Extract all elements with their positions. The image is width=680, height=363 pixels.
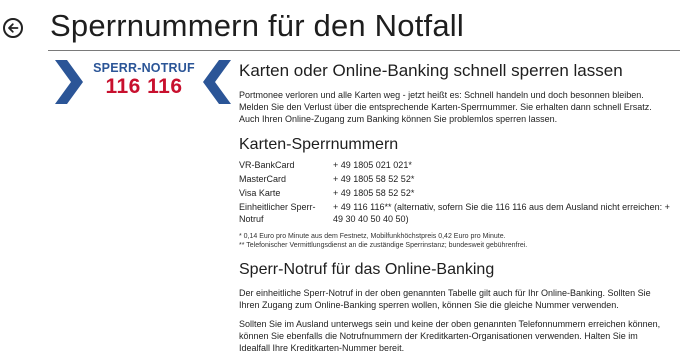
card-row: VR-BankCard + 49 1805 021 021* [239,159,671,171]
online-paragraph-1: Der einheitliche Sperr-Notruf in der obe… [239,287,651,310]
card-number: + 49 1805 021 021* [333,159,412,170]
back-button[interactable] [3,18,23,38]
footnotes: * 0,14 Euro pro Minute aus dem Festnetz,… [239,232,671,251]
logo-top-text: SPERR-NOTRUF [93,61,195,75]
intro-paragraph: Portmonee verloren und alle Karten weg -… [239,90,652,125]
cards-heading: Karten-Sperrnummern [239,135,399,153]
online-paragraph-2: Sollten Sie im Ausland unterwegs sein un… [239,319,661,354]
card-row: Visa Karte + 49 1805 58 52 52* [239,187,671,199]
card-name: VR-BankCard [239,159,295,170]
card-number: + 49 1805 58 52 52* [333,188,415,199]
card-number: + 49 116 116** (alternativ, sofern Sie d… [333,202,670,225]
back-arrow-icon [8,23,19,33]
card-name: Visa Karte [239,188,281,199]
logo-number: 116 116 [105,75,183,98]
page-title: Sperrnummern für den Notfall [50,8,464,43]
footnote-2: ** Telefonischer Vermittlungsdienst an d… [239,242,528,250]
online-banking-heading: Sperr-Notruf für das Online-Banking [239,260,495,278]
logo-left-chevron-icon [55,60,83,104]
main-content: Karten oder Online-Banking schnell sperr… [239,60,671,355]
section-heading-main: Karten oder Online-Banking schnell sperr… [239,61,623,80]
footnote-1: * 0,14 Euro pro Minute aus dem Festnetz,… [239,232,506,240]
card-name: MasterCard [239,173,287,184]
logo-right-chevron-icon [203,60,231,104]
title-divider [48,50,680,51]
card-number: + 49 1805 58 52 52* [333,173,415,184]
sperr-notruf-logo: SPERR-NOTRUF 116 116 [55,60,231,104]
card-row: MasterCard + 49 1805 58 52 52* [239,173,671,185]
card-name: Einheitlicher Sperr-Notruf [239,202,316,225]
card-row: Einheitlicher Sperr-Notruf + 49 116 116*… [239,201,671,225]
card-numbers-table: VR-BankCard + 49 1805 021 021* MasterCar… [239,159,671,226]
